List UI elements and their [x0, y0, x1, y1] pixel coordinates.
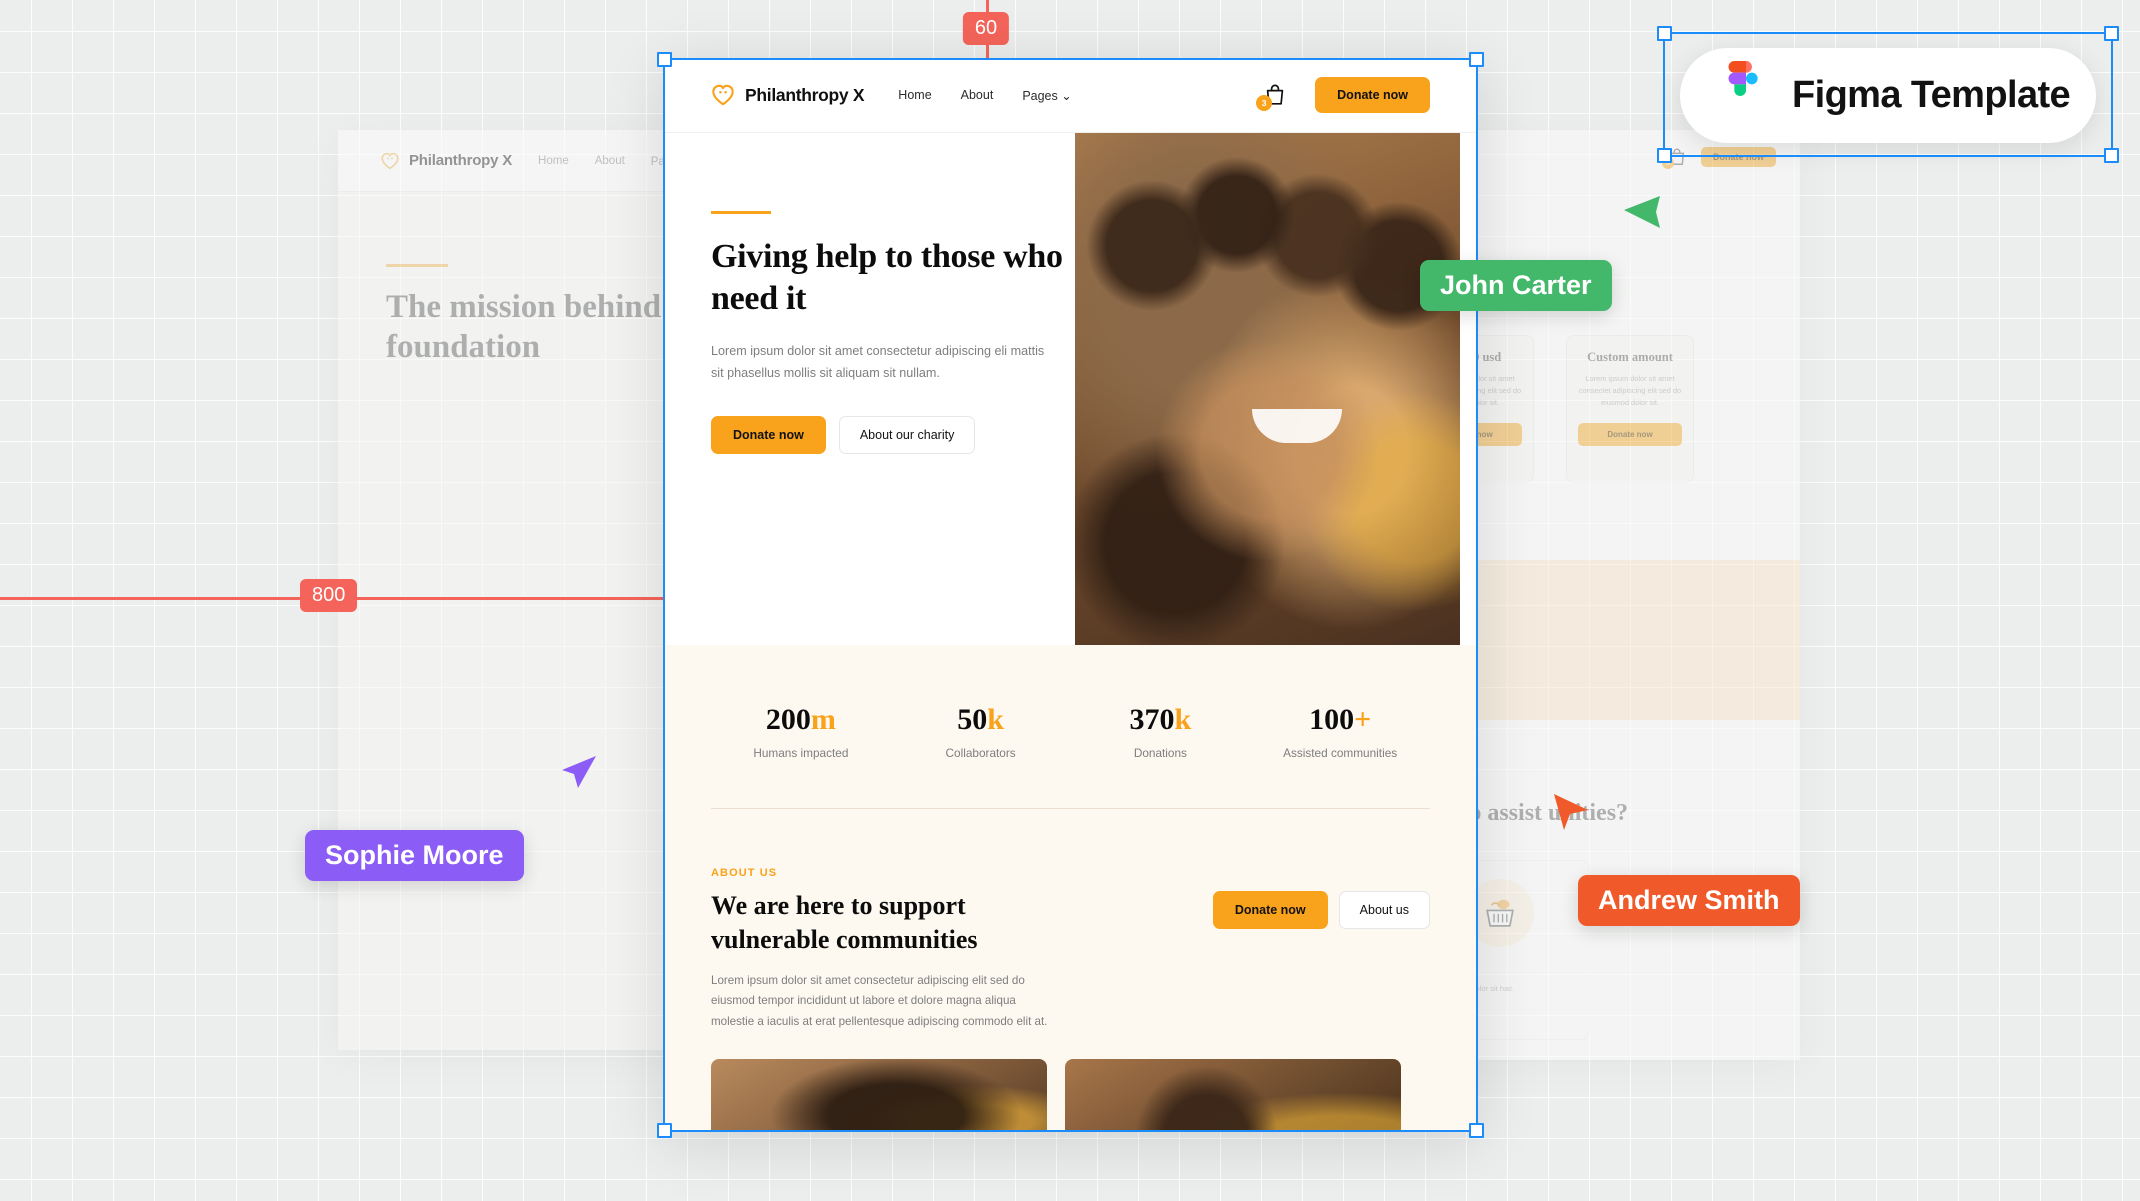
stat-number: 50k: [891, 703, 1071, 737]
bg-left-brand: Philanthropy X: [409, 152, 513, 169]
bg-right-cart[interactable]: 3: [1662, 147, 1687, 169]
stat-value: 370: [1129, 703, 1175, 736]
hero-paragraph: Lorem ipsum dolor sit amet consectetur a…: [711, 344, 1045, 381]
stat-number: 100+: [1250, 703, 1430, 737]
cursor-arrow-icon: [562, 756, 596, 788]
cursor-label-sophie-moore: Sophie Moore: [305, 830, 524, 881]
food-basket-icon: [1486, 899, 1514, 927]
about-images: [711, 1059, 1430, 1132]
stat-value: 200: [765, 703, 811, 736]
stat-number: 200m: [711, 703, 891, 737]
bg-right-cart-badge: 3: [1662, 157, 1674, 169]
cursor-arrow-icon: [1554, 794, 1588, 830]
hero-buttons: Donate now About our charity: [711, 416, 1063, 455]
about-image-right: [1065, 1059, 1401, 1132]
stat-label: Humans impacted: [753, 746, 849, 760]
hero-image: [1075, 133, 1460, 645]
stat-label: Donations: [1133, 746, 1187, 760]
bg-left-link-home[interactable]: Home: [538, 155, 569, 167]
figma-template-label: Figma Template: [1792, 74, 2071, 116]
cart-count-badge: 3: [1256, 95, 1273, 111]
about-donate-button[interactable]: Donate now: [1212, 891, 1328, 929]
about-eyebrow: ABOUT US: [711, 867, 778, 879]
cursor-label-john-carter: John Carter: [1420, 260, 1612, 311]
about-us-button[interactable]: About us: [1338, 891, 1430, 929]
donation-card-title: Custom amount: [1587, 350, 1673, 364]
bg-left-logo: Philanthropy X: [380, 152, 512, 170]
figma-template-badge[interactable]: Figma Template: [1680, 48, 2096, 143]
about-image-left: [711, 1059, 1047, 1132]
cursor-label-andrew-smith: Andrew Smith: [1578, 875, 1800, 926]
stat-item: 100+ Assisted communities: [1250, 703, 1430, 760]
stat-value: 50: [957, 703, 988, 736]
selected-design-frame[interactable]: Philanthropy X Home About Pages ⌄ 3 Dona…: [663, 58, 1478, 1132]
hero-accent-rule: [711, 211, 771, 214]
stat-suffix: k: [987, 703, 1004, 736]
stat-item: 50k Collaborators: [891, 703, 1071, 760]
nav-link-about[interactable]: About: [961, 88, 994, 102]
bg-left-link-about[interactable]: About: [595, 155, 625, 167]
hero-section: Giving help to those who need it Lorem i…: [663, 133, 1478, 645]
guide-badge-60: 60: [962, 12, 1010, 45]
about-title: We are here to support vulnerable commun…: [711, 891, 978, 954]
stat-label: Assisted communities: [1283, 746, 1398, 760]
figma-canvas[interactable]: Philanthropy X Home About Pages ⌄ The mi…: [0, 0, 2140, 1201]
nav-links: Home About Pages ⌄: [898, 88, 1071, 103]
heart-logo-icon: [712, 84, 734, 106]
about-section: ABOUT US We are here to support vulnerab…: [663, 809, 1478, 1132]
figma-logo-icon: [1728, 60, 1758, 96]
site-logo[interactable]: Philanthropy X: [711, 84, 865, 106]
brand-name: Philanthropy X: [745, 84, 865, 105]
nav-link-pages-label: Pages: [1022, 88, 1058, 103]
nav-actions: 3 Donate now: [1256, 77, 1430, 113]
bg-left-accent-rule: [386, 264, 448, 267]
hero-content: Giving help to those who need it Lorem i…: [663, 133, 1063, 645]
donation-card-text: Lorem ipsum dolor sit amet consectet adi…: [1578, 374, 1682, 407]
nav-link-home[interactable]: Home: [898, 88, 931, 102]
cursor-arrow-icon: [1624, 196, 1660, 228]
resize-handle-bottom-right[interactable]: [2104, 148, 2119, 163]
about-buttons: Donate now About us: [1212, 867, 1430, 929]
stat-suffix: m: [810, 703, 836, 736]
about-paragraph: Lorem ipsum dolor sit amet consectetur a…: [711, 973, 1048, 1029]
stat-value: 100: [1309, 703, 1355, 736]
stat-label: Collaborators: [945, 746, 1016, 760]
nav-link-pages[interactable]: Pages ⌄: [1022, 88, 1071, 103]
about-text-block: ABOUT US We are here to support vulnerab…: [711, 867, 1051, 1033]
stat-number: 370k: [1071, 703, 1251, 737]
stat-suffix: +: [1354, 703, 1372, 736]
stats-section: 200m Humans impacted 50k Collaborators 3…: [663, 645, 1478, 809]
stat-item: 370k Donations: [1071, 703, 1251, 760]
cart-button[interactable]: 3: [1256, 83, 1287, 111]
heart-logo-icon: [381, 152, 399, 169]
resize-handle-top-left[interactable]: [1657, 26, 1672, 41]
resize-handle-top-right[interactable]: [2104, 26, 2119, 41]
hero-donate-button[interactable]: Donate now: [711, 416, 826, 455]
site-navbar: Philanthropy X Home About Pages ⌄ 3 Dona…: [663, 58, 1478, 133]
stat-item: 200m Humans impacted: [711, 703, 891, 760]
donation-card-button[interactable]: Donate now: [1578, 422, 1682, 446]
bg-right-heading: ng to assist unities?: [1430, 800, 1629, 826]
stats-row: 200m Humans impacted 50k Collaborators 3…: [711, 703, 1430, 760]
stat-suffix: k: [1174, 703, 1192, 736]
chevron-down-icon: ⌄: [1061, 88, 1072, 103]
bg-right-donate-button[interactable]: Donate now: [1701, 147, 1776, 167]
guide-badge-800: 800: [300, 579, 358, 612]
donation-card[interactable]: Custom amount Lorem ipsum dolor sit amet…: [1566, 335, 1694, 483]
hero-title: Giving help to those who need it: [711, 238, 1063, 318]
hero-about-button[interactable]: About our charity: [838, 416, 976, 455]
nav-donate-button[interactable]: Donate now: [1315, 77, 1430, 113]
about-header: ABOUT US We are here to support vulnerab…: [711, 867, 1430, 1033]
